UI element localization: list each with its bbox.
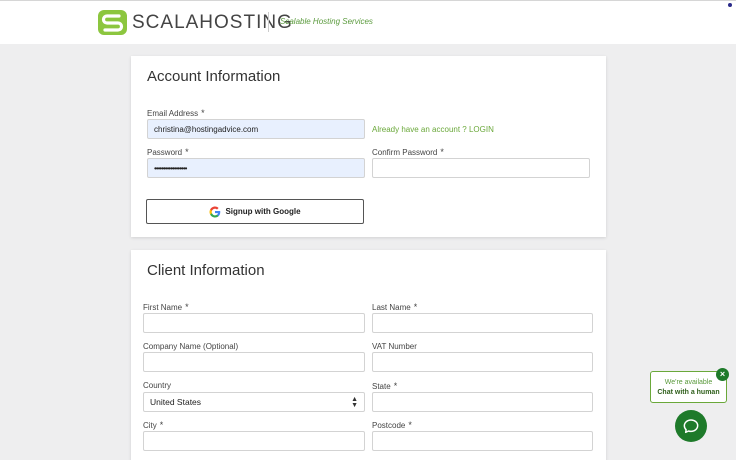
country-label: Country: [143, 381, 172, 390]
required-asterisk: *: [393, 381, 398, 391]
client-information-card: Client Information First Name * Last Name…: [131, 250, 606, 460]
postcode-label-text: Postcode: [372, 421, 406, 430]
scalahosting-logo-icon: [98, 10, 127, 35]
first-name-label: First Name *: [143, 302, 189, 312]
country-select[interactable]: United States ▲ ▼: [143, 392, 365, 412]
country-selected-value: United States: [150, 397, 202, 407]
google-button-label: Signup with Google: [225, 207, 301, 216]
chat-bubble-icon: [683, 419, 699, 434]
password-field[interactable]: ••••••••••••••••••: [147, 158, 365, 178]
brand-logo[interactable]: SCALAHOSTING: [97, 9, 293, 36]
company-label: Company Name (Optional): [143, 342, 239, 351]
chat-with-human-text: Chat with a human: [657, 389, 720, 396]
required-asterisk: *: [413, 302, 418, 312]
required-asterisk: *: [185, 147, 189, 157]
account-section-title: Account Information: [147, 68, 281, 85]
password-label: Password *: [147, 147, 189, 157]
confirm-password-label: Confirm Password *: [372, 147, 444, 157]
header-divider: [268, 12, 269, 32]
google-icon: [209, 206, 221, 217]
email-field[interactable]: christina@hostingadvice.com: [147, 119, 365, 139]
signup-with-google-button[interactable]: Signup with Google: [146, 199, 364, 224]
city-label: City *: [143, 420, 163, 430]
first-name-label-text: First Name: [143, 303, 183, 312]
city-field[interactable]: [143, 431, 365, 451]
first-name-field[interactable]: [143, 313, 365, 333]
company-name-field[interactable]: [143, 352, 365, 372]
client-section-title: Client Information: [147, 262, 265, 279]
select-arrows-icon: ▲ ▼: [351, 396, 358, 409]
brand-tagline: Scalable Hosting Services: [280, 17, 373, 26]
account-information-card: Account Information Email Address * chris…: [131, 56, 606, 237]
notification-dot: [728, 3, 732, 7]
postcode-field[interactable]: [372, 431, 593, 451]
required-asterisk: *: [440, 147, 444, 157]
login-link[interactable]: Already have an account ? LOGIN: [372, 125, 494, 134]
state-field[interactable]: [372, 392, 593, 412]
vat-label: VAT Number: [372, 342, 417, 351]
required-asterisk: *: [159, 420, 164, 430]
required-asterisk: *: [201, 108, 205, 118]
confirm-password-label-text: Confirm Password: [372, 148, 438, 157]
chat-availability-text: We're available: [664, 379, 713, 386]
required-asterisk: *: [185, 302, 189, 312]
state-label-text: State: [372, 382, 391, 391]
top-header: SCALAHOSTING Scalable Hosting Services: [0, 0, 736, 44]
email-label: Email Address *: [147, 108, 205, 118]
postcode-label: Postcode *: [372, 420, 412, 430]
password-label-text: Password: [147, 148, 183, 157]
open-chat-button[interactable]: [675, 410, 707, 442]
email-label-text: Email Address: [147, 109, 199, 118]
chat-close-icon[interactable]: ×: [716, 368, 729, 381]
state-label: State *: [372, 381, 397, 391]
city-label-text: City: [143, 421, 157, 430]
confirm-password-field[interactable]: [372, 158, 590, 178]
required-asterisk: *: [408, 420, 412, 430]
last-name-field[interactable]: [372, 313, 593, 333]
vat-number-field[interactable]: [372, 352, 593, 372]
last-name-label: Last Name *: [372, 302, 417, 312]
last-name-label-text: Last Name: [372, 303, 411, 312]
